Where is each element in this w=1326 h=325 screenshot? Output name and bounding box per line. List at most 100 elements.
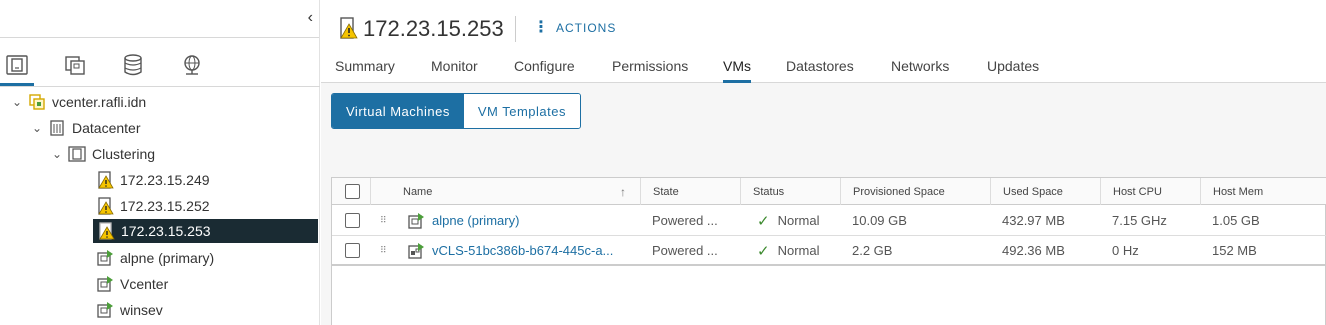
tree-item-vm-vcenter[interactable]: Vcenter: [92, 272, 320, 296]
actions-menu-button[interactable]: ⋮ ACTIONS: [533, 20, 617, 36]
table-row[interactable]: ⠿ vCLS-51bc386b-b674-445c-a... Powered .…: [332, 236, 1326, 266]
networking-tab[interactable]: [175, 50, 209, 86]
chevron-down-icon[interactable]: ⌄: [50, 147, 64, 161]
main-content: 172.23.15.253 ⋮ ACTIONS Summary Monitor …: [321, 0, 1326, 325]
tree-item-clustering[interactable]: ⌄ Clustering: [50, 142, 320, 166]
check-icon: ✓: [757, 242, 770, 260]
vm-host-cpu: 7.15 GHz: [1112, 213, 1167, 228]
storage-icon: [124, 54, 142, 76]
tree-item-label: Vcenter: [120, 276, 169, 292]
grip-column-header: [370, 178, 390, 205]
inventory-navigator: ‹ ⌄ vcenter.rafli.idn ⌄ Datacenter ⌄ Clu…: [0, 0, 320, 325]
host-warning-icon: [96, 197, 114, 215]
tree-item-label: 172.23.15.253: [121, 223, 211, 239]
tree-item-host-249[interactable]: 172.23.15.249: [92, 168, 320, 192]
vms-templates-icon: [65, 56, 85, 75]
vm-state: Powered ...: [652, 213, 718, 228]
actions-label: ACTIONS: [556, 21, 617, 35]
hosts-clusters-tab[interactable]: [0, 50, 34, 86]
vm-status-text: Normal: [777, 213, 820, 228]
tree-item-label: winsev: [120, 302, 163, 318]
tree-item-vm-winsev[interactable]: winsev: [92, 298, 320, 322]
tree-item-label: Datacenter: [72, 120, 141, 136]
table-row[interactable]: ⠿ alpne (primary) Powered ... ✓ Normal 1…: [332, 206, 1326, 236]
tab-monitor[interactable]: Monitor: [431, 58, 478, 83]
tree-item-datacenter[interactable]: ⌄ Datacenter: [30, 116, 320, 140]
storage-tab[interactable]: [116, 50, 150, 86]
hosts-clusters-icon: [6, 55, 28, 75]
vm-name-link[interactable]: vCLS-51bc386b-b674-445c-a...: [407, 236, 637, 265]
vms-templates-tab[interactable]: [58, 50, 92, 86]
host-warning-icon: [96, 171, 114, 189]
tab-summary[interactable]: Summary: [335, 58, 395, 83]
column-header-name[interactable]: Name ↑: [390, 178, 640, 205]
column-header-host-mem[interactable]: Host Mem: [1200, 178, 1326, 205]
vm-state: Powered ...: [652, 243, 718, 258]
navigator-view-tabs: [0, 50, 320, 87]
tree-item-host-253[interactable]: 172.23.15.253: [93, 219, 318, 243]
datacenter-icon: [48, 119, 66, 137]
vm-status: ✓ Normal: [757, 206, 837, 235]
cluster-icon: [68, 145, 86, 163]
tree-item-vcenter[interactable]: ⌄ vcenter.rafli.idn: [10, 90, 320, 114]
vm-name-text: vCLS-51bc386b-b674-445c-a...: [432, 243, 614, 258]
vm-provisioned-space: 2.2 GB: [852, 243, 893, 258]
vm-host-mem: 1.05 GB: [1212, 213, 1260, 228]
column-header-status[interactable]: Status: [740, 178, 840, 205]
tree-item-label: 172.23.15.252: [120, 198, 210, 214]
tree-item-vm-alpne[interactable]: alpne (primary): [92, 246, 320, 270]
page-title: 172.23.15.253: [363, 16, 504, 41]
chevron-down-icon[interactable]: ⌄: [30, 121, 44, 135]
vm-status-text: Normal: [777, 243, 820, 258]
column-header-host-cpu[interactable]: Host CPU: [1100, 178, 1200, 205]
tree-item-label: Clustering: [92, 146, 156, 162]
object-header: 172.23.15.253 ⋮ ACTIONS Summary Monitor …: [321, 0, 1326, 83]
drag-handle-icon[interactable]: ⠿: [380, 206, 386, 235]
row-checkbox-cell: [345, 206, 360, 235]
vm-host-mem: 152 MB: [1212, 243, 1257, 258]
vm-icon: [96, 249, 114, 267]
tree-item-label: 172.23.15.249: [120, 172, 210, 188]
tree-item-host-252[interactable]: 172.23.15.252: [92, 194, 320, 218]
drag-handle-icon[interactable]: ⠿: [380, 236, 386, 265]
vm-provisioned-space: 10.09 GB: [852, 213, 907, 228]
grid-header: Name ↑ State Status Provisioned Space Us…: [332, 178, 1326, 205]
column-header-used-space[interactable]: Used Space: [990, 178, 1100, 205]
vcenter-icon: [28, 93, 46, 111]
tab-datastores[interactable]: Datastores: [786, 58, 854, 83]
column-header-provisioned-space[interactable]: Provisioned Space: [840, 178, 990, 205]
tab-permissions[interactable]: Permissions: [612, 58, 688, 83]
column-header-label: Name: [403, 185, 433, 198]
vm-icon: [96, 275, 114, 293]
header-divider: [515, 16, 516, 42]
sort-ascending-icon[interactable]: ↑: [620, 185, 626, 199]
column-header-state[interactable]: State: [640, 178, 740, 205]
tree-item-label: vcenter.rafli.idn: [52, 94, 147, 110]
host-warning-icon: [338, 17, 358, 42]
row-checkbox[interactable]: [345, 213, 360, 228]
tab-vms[interactable]: VMs: [723, 58, 751, 83]
row-checkbox-cell: [345, 236, 360, 265]
row-checkbox[interactable]: [345, 243, 360, 258]
chevron-down-icon[interactable]: ⌄: [10, 95, 24, 109]
vm-icon: [96, 301, 114, 319]
vcls-vm-icon: [407, 242, 425, 260]
vm-name-text: alpne (primary): [432, 213, 520, 228]
vm-templates-button[interactable]: VM Templates: [463, 94, 581, 128]
tab-networks[interactable]: Networks: [891, 58, 949, 83]
select-all-checkbox[interactable]: [345, 184, 360, 199]
vm-name-link[interactable]: alpne (primary): [407, 206, 637, 235]
virtual-machines-button[interactable]: Virtual Machines: [332, 94, 464, 128]
vm-datagrid: Name ↑ State Status Provisioned Space Us…: [331, 177, 1326, 325]
vm-used-space: 432.97 MB: [1002, 213, 1065, 228]
vm-type-toggle: Virtual Machines VM Templates: [331, 93, 582, 129]
vm-icon: [407, 212, 425, 230]
vm-used-space: 492.36 MB: [1002, 243, 1065, 258]
select-all-cell: [345, 178, 365, 205]
tab-updates[interactable]: Updates: [987, 58, 1039, 83]
vm-host-cpu: 0 Hz: [1112, 243, 1139, 258]
vm-status: ✓ Normal: [757, 236, 837, 265]
tab-configure[interactable]: Configure: [514, 58, 575, 83]
collapse-navigator-icon[interactable]: ‹: [308, 9, 313, 27]
navigator-header: ‹: [0, 0, 319, 38]
